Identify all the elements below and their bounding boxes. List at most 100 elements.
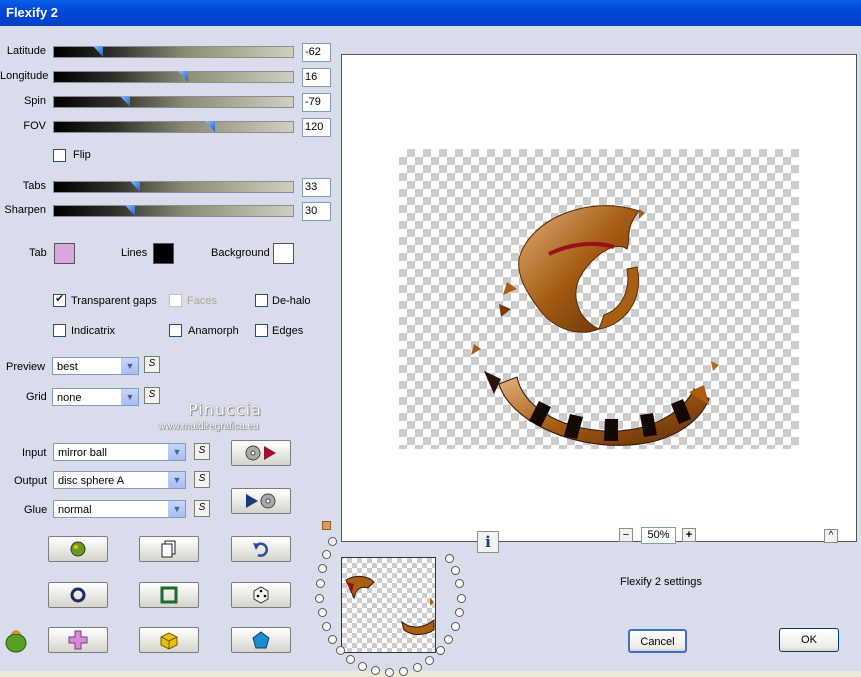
zoom-level: 50% [641,527,676,544]
randomize-button[interactable] [48,536,108,562]
output-transfer-button[interactable] [231,488,291,514]
faces-checkbox[interactable] [169,294,182,307]
navigator-dot[interactable] [399,667,408,676]
navigator-dot[interactable] [451,622,460,631]
chevron-down-icon[interactable]: ▼ [121,358,138,374]
spin-slider[interactable] [53,96,294,108]
zoom-in-button[interactable]: + [682,528,696,542]
tabs-value[interactable]: 33 [302,178,331,197]
transparent-gaps-checkbox[interactable] [53,292,66,307]
preview-canvas[interactable] [341,54,857,542]
undo-button[interactable] [231,536,291,562]
sharpen-slider[interactable] [53,205,294,217]
cross-button[interactable] [48,627,108,653]
ring-button[interactable] [48,582,108,608]
grid-select[interactable]: none ▼ [52,388,139,406]
latitude-slider[interactable] [53,46,294,58]
flip-checkbox[interactable] [53,149,66,162]
input-select[interactable]: mirror ball ▼ [53,443,186,461]
indicatrix-label: Indicatrix [71,325,116,337]
background-color-swatch[interactable] [273,243,294,264]
square-button[interactable] [139,582,199,608]
glue-s-button[interactable]: S [194,500,210,517]
slider-thumb[interactable] [125,205,135,216]
navigator-dot[interactable] [322,622,331,631]
tab-color-swatch[interactable] [54,243,75,264]
lines-color-swatch[interactable] [153,243,174,264]
random-button[interactable] [231,582,291,608]
navigator-dot[interactable] [457,594,466,603]
sharpen-value[interactable]: 30 [302,202,331,221]
navigator-dot[interactable] [318,564,327,573]
navigator-dot[interactable] [451,566,460,575]
slider-thumb[interactable] [205,121,215,132]
glue-select[interactable]: normal ▼ [53,500,186,518]
navigator-dot[interactable] [318,608,327,617]
cube-button[interactable] [139,627,199,653]
navigator-dot[interactable] [444,635,453,644]
slider-thumb[interactable] [130,181,140,192]
navigator-dot[interactable] [455,579,464,588]
info-icon[interactable]: i [477,531,499,553]
spin-value[interactable]: -79 [302,93,331,112]
dice-icon [253,586,269,604]
pentagon-button[interactable] [231,627,291,653]
slider-thumb[interactable] [178,71,188,82]
input-label: Input [22,447,47,459]
collapse-button[interactable]: ^ [824,529,838,543]
navigator-dot[interactable] [328,635,337,644]
navigator-dot[interactable] [328,537,337,546]
navigator-preview[interactable] [341,557,436,653]
fov-label: FOV [23,120,46,132]
navigator-dot[interactable] [322,550,331,559]
copy-button[interactable] [139,536,199,562]
indicatrix-checkbox[interactable] [53,324,66,337]
chevron-down-icon[interactable]: ▼ [168,472,185,488]
output-select[interactable]: disc sphere A ▼ [53,471,186,489]
anamorph-checkbox[interactable] [169,324,182,337]
navigator-dot[interactable] [425,656,434,665]
zoom-out-button[interactable]: − [619,528,633,542]
longitude-value[interactable]: 16 [302,68,331,87]
navigator-dot[interactable] [455,608,464,617]
output-s-button[interactable]: S [194,471,210,488]
navigator-dot[interactable] [336,646,345,655]
navigator-handle[interactable] [322,521,331,530]
preview-select[interactable]: best ▼ [52,357,139,375]
transparent-gaps-label: Transparent gaps [71,295,157,307]
input-s-button[interactable]: S [194,443,210,460]
output-select-value: disc sphere A [58,475,125,487]
faces-label: Faces [187,295,217,307]
fov-slider[interactable] [53,121,294,133]
navigator-dot[interactable] [346,655,355,664]
flip-label: Flip [73,149,91,161]
longitude-slider[interactable] [53,71,294,83]
edges-checkbox[interactable] [255,324,268,337]
chevron-down-icon[interactable]: ▼ [121,389,138,405]
navigator-dot[interactable] [385,668,394,677]
latitude-value[interactable]: -62 [302,43,331,62]
navigator-thumbnail [345,575,435,635]
grid-s-button[interactable]: S [144,387,160,404]
navigator-dot[interactable] [445,554,454,563]
main-panel: Latitude -62 Longitude 16 Spin -79 FOV 1… [0,26,861,677]
title-bar: Flexify 2 [0,0,861,26]
grid-select-value: none [57,392,82,404]
tabs-slider[interactable] [53,181,294,193]
chevron-down-icon[interactable]: ▼ [168,444,185,460]
navigator-dot[interactable] [436,646,445,655]
chevron-down-icon[interactable]: ▼ [168,501,185,517]
dehalo-checkbox[interactable] [255,294,268,307]
ok-button[interactable]: OK [779,628,839,652]
navigator-dot[interactable] [316,579,325,588]
slider-thumb[interactable] [120,96,130,107]
preview-s-button[interactable]: S [144,356,160,373]
slider-thumb[interactable] [93,46,103,57]
settings-label: Flexify 2 settings [620,576,702,588]
input-transfer-button[interactable] [231,440,291,466]
spin-label: Spin [23,95,46,107]
navigator-dot[interactable] [315,594,324,603]
cancel-button[interactable]: Cancel [628,629,687,653]
navigator-dot[interactable] [358,662,367,671]
fov-value[interactable]: 120 [302,118,331,137]
